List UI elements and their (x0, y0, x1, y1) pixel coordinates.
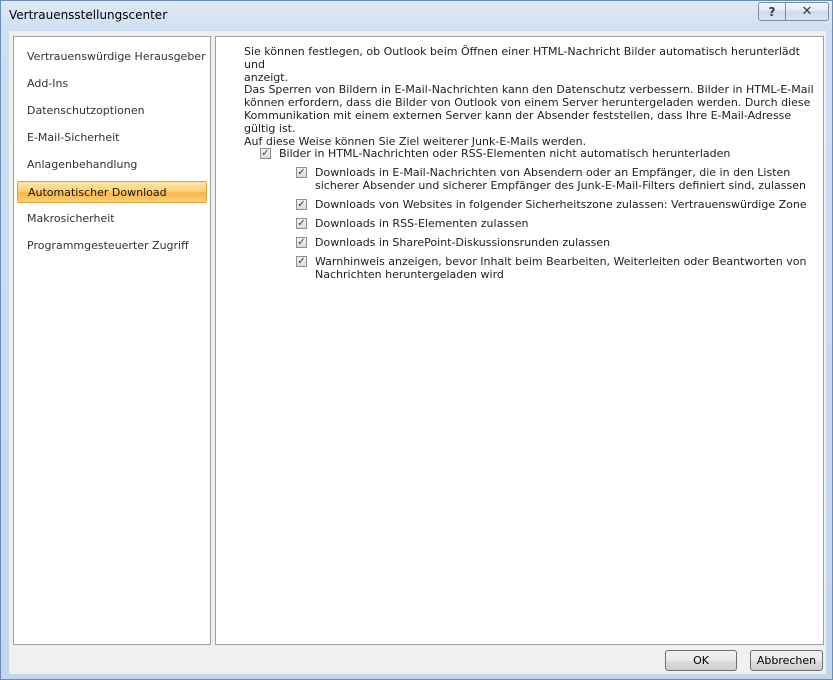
allow-trusted-zone-label[interactable]: Downloads von Websites in folgender Sich… (315, 198, 807, 211)
allow-rss-option[interactable]: ✓ Downloads in RSS-Elementen zulassen (296, 217, 529, 230)
checkmark-icon: ✓ (261, 148, 270, 159)
allow-trusted-zone-checkbox[interactable]: ✓ (296, 199, 307, 210)
warn-before-download-checkbox[interactable]: ✓ (296, 256, 307, 267)
allow-safe-senders-checkbox[interactable]: ✓ (296, 167, 307, 178)
dialog-client-area: Vertrauenswürdige Herausgeber Add-Ins Da… (9, 31, 826, 674)
allow-trusted-zone-option[interactable]: ✓ Downloads von Websites in folgender Si… (296, 198, 807, 211)
title-bar[interactable]: Vertrauensstellungscenter ? ✕ (1, 1, 833, 31)
cancel-button[interactable]: Abbrechen (750, 650, 823, 671)
close-icon: ✕ (801, 4, 813, 19)
allow-safe-senders-option[interactable]: ✓ Downloads in E-Mail-Nachrichten von Ab… (296, 166, 806, 192)
sidebar-item-add-ins[interactable]: Add-Ins (17, 73, 207, 95)
help-icon: ? (768, 4, 776, 19)
allow-sharepoint-label[interactable]: Downloads in SharePoint-Diskussionsrunde… (315, 236, 610, 249)
checkmark-icon: ✓ (297, 256, 306, 267)
checkmark-icon: ✓ (297, 218, 306, 229)
checkmark-icon: ✓ (297, 199, 306, 210)
privacy-note-text: Das Sperren von Bildern in E-Mail-Nachri… (244, 83, 814, 148)
allow-safe-senders-label[interactable]: Downloads in E-Mail-Nachrichten von Abse… (315, 166, 806, 192)
close-button[interactable]: ✕ (786, 2, 829, 21)
window-title: Vertrauensstellungscenter (9, 8, 168, 22)
block-images-checkbox[interactable]: ✓ (260, 148, 271, 159)
block-images-label[interactable]: Bilder in HTML-Nachrichten oder RSS-Elem… (279, 147, 730, 160)
allow-rss-checkbox[interactable]: ✓ (296, 218, 307, 229)
title-buttons: ? ✕ (758, 2, 829, 21)
checkmark-icon: ✓ (297, 167, 306, 178)
sidebar-item-trusted-publishers[interactable]: Vertrauenswürdige Herausgeber (17, 46, 207, 68)
sidebar-item-privacy-options[interactable]: Datenschutzoptionen (17, 100, 207, 122)
trust-center-window: Vertrauensstellungscenter ? ✕ Vertrauens… (0, 0, 833, 680)
allow-sharepoint-checkbox[interactable]: ✓ (296, 237, 307, 248)
sidebar-item-macro-security[interactable]: Makrosicherheit (17, 208, 207, 230)
sidebar-nav: Vertrauenswürdige Herausgeber Add-Ins Da… (13, 36, 211, 645)
warn-before-download-option[interactable]: ✓ Warnhinweis anzeigen, bevor Inhalt bei… (296, 255, 806, 281)
sidebar-item-attachment-handling[interactable]: Anlagenbehandlung (17, 154, 207, 176)
sidebar-item-programmatic-access[interactable]: Programmgesteuerter Zugriff (17, 235, 207, 257)
sidebar-item-email-security[interactable]: E-Mail-Sicherheit (17, 127, 207, 149)
warn-before-download-label[interactable]: Warnhinweis anzeigen, bevor Inhalt beim … (315, 255, 806, 281)
settings-pane: Sie können festlegen, ob Outlook beim Öf… (215, 36, 824, 645)
allow-sharepoint-option[interactable]: ✓ Downloads in SharePoint-Diskussionsrun… (296, 236, 610, 249)
block-images-option[interactable]: ✓ Bilder in HTML-Nachrichten oder RSS-El… (260, 147, 730, 160)
checkmark-icon: ✓ (297, 237, 306, 248)
intro-text: Sie können festlegen, ob Outlook beim Öf… (244, 45, 800, 84)
allow-rss-label[interactable]: Downloads in RSS-Elementen zulassen (315, 217, 529, 230)
ok-button[interactable]: OK (665, 650, 737, 671)
help-button[interactable]: ? (758, 2, 786, 21)
sidebar-item-automatic-download[interactable]: Automatischer Download (17, 181, 207, 203)
